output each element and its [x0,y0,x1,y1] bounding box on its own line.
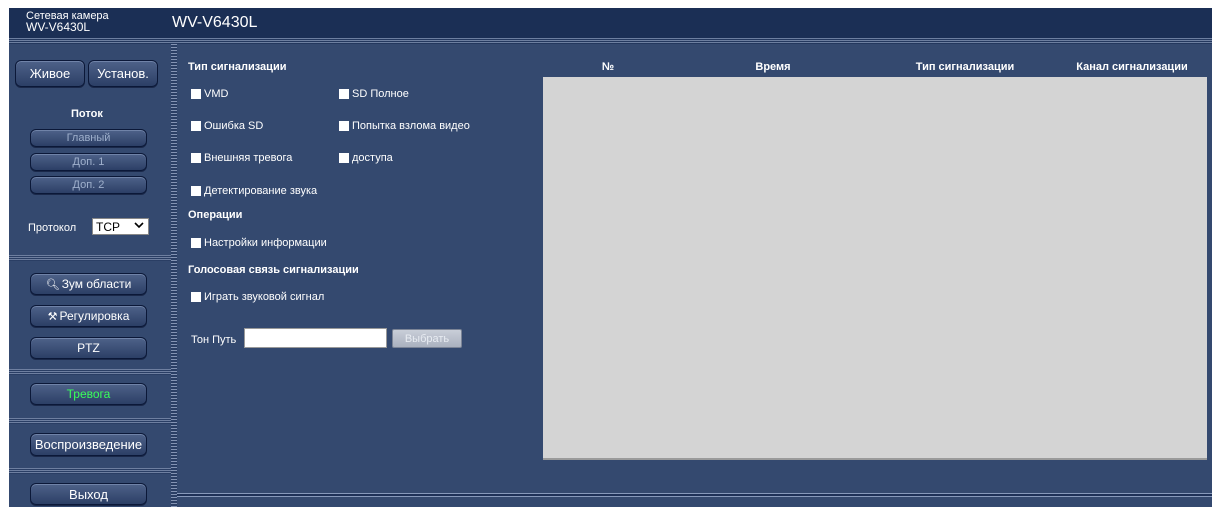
adjust-label: Регулировка [59,309,130,323]
magnifier-icon: 🔍︎ [45,278,60,291]
tone-path-label: Тон Путь [191,334,237,346]
checkbox-box [191,186,201,196]
protocol-label: Протокол [28,222,77,234]
audio-detection-label: Детектирование звука [204,185,318,197]
adjust-icon: ⚒ [47,310,58,323]
audio-detection-checkbox[interactable]: Детектирование звука [191,185,317,197]
checkbox-box [191,121,201,131]
alarm-type-title: Тип сигнализации [188,61,287,73]
table-header: № Время Тип сигнализации Канал сигнализа… [543,57,1207,77]
ptz-button[interactable]: PTZ [30,337,147,359]
sidebar-divider [9,369,171,375]
stream-main-button[interactable]: Главный [30,129,147,147]
sd-error-checkbox[interactable]: Ошибка SD [191,120,263,132]
stream-sub2-button[interactable]: Доп. 2 [30,176,147,194]
tone-path-input[interactable] [244,328,387,348]
select-button[interactable]: Выбрать [392,329,462,348]
sidebar-divider [9,468,171,474]
alarm-button[interactable]: Тревога [30,383,147,405]
checkbox-box [191,238,201,248]
checkbox-box [339,153,349,163]
sd-full-label: SD Полное [352,88,409,100]
stream-sub1-button[interactable]: Доп. 1 [30,153,147,171]
playback-button[interactable]: Воспроизведение [30,433,147,456]
protocol-value: TCP [96,219,120,234]
exit-button[interactable]: Выход [30,483,147,505]
play-sound-label: Играть звуковой сигнал [204,291,325,303]
info-settings-label: Настройки информации [204,237,327,249]
external-alarm-checkbox[interactable]: Внешняя тревога [191,152,292,164]
voice-alarm-title: Голосовая связь сигнализации [188,264,359,276]
checkbox-box [191,89,201,99]
top-header: Сетевая камера WV-V6430L WV-V6430L [9,8,1212,38]
sidebar-divider [9,255,171,261]
access-label: доступа [352,152,393,164]
bottom-divider [177,491,1212,507]
sd-error-label: Ошибка SD [204,120,264,132]
sd-full-checkbox[interactable]: SD Полное [339,88,409,100]
video-tamper-label: Попытка взлома видео [352,120,470,132]
stream-heading: Поток [71,108,103,120]
setup-button[interactable]: Установ. [88,60,158,87]
live-button[interactable]: Живое [15,60,85,87]
external-alarm-label: Внешняя тревога [204,152,293,164]
model-title: WV-V6430L [172,14,258,31]
zoom-area-button[interactable]: 🔍︎ Зум области [30,273,147,295]
chevron-down-icon [134,222,144,229]
protocol-select[interactable]: TCP [92,218,149,235]
video-tamper-checkbox[interactable]: Попытка взлома видео [339,120,470,132]
vmd-label: VMD [204,88,229,100]
brand-line2: WV-V6430L [26,20,91,34]
column-header-number: № [601,61,615,73]
column-header-alarm-type: Тип сигнализации [915,61,1015,73]
checkbox-box [191,153,201,163]
access-checkbox[interactable]: доступа [339,152,393,164]
operations-title: Операции [188,209,243,221]
brand: Сетевая камера WV-V6430L [26,11,109,34]
play-sound-checkbox[interactable]: Играть звуковой сигнал [191,291,324,303]
zoom-area-label: Зум области [61,277,132,291]
column-header-time: Время [755,61,791,73]
vmd-checkbox[interactable]: VMD [191,88,228,100]
adjust-button[interactable]: ⚒ Регулировка [30,305,147,327]
sidebar-divider [9,418,171,424]
info-settings-checkbox[interactable]: Настройки информации [191,237,327,249]
checkbox-box [339,89,349,99]
checkbox-box [339,121,349,131]
alarm-log-table[interactable] [543,77,1207,460]
column-header-alarm-channel: Канал сигнализации [1076,61,1188,73]
checkbox-box [191,292,201,302]
